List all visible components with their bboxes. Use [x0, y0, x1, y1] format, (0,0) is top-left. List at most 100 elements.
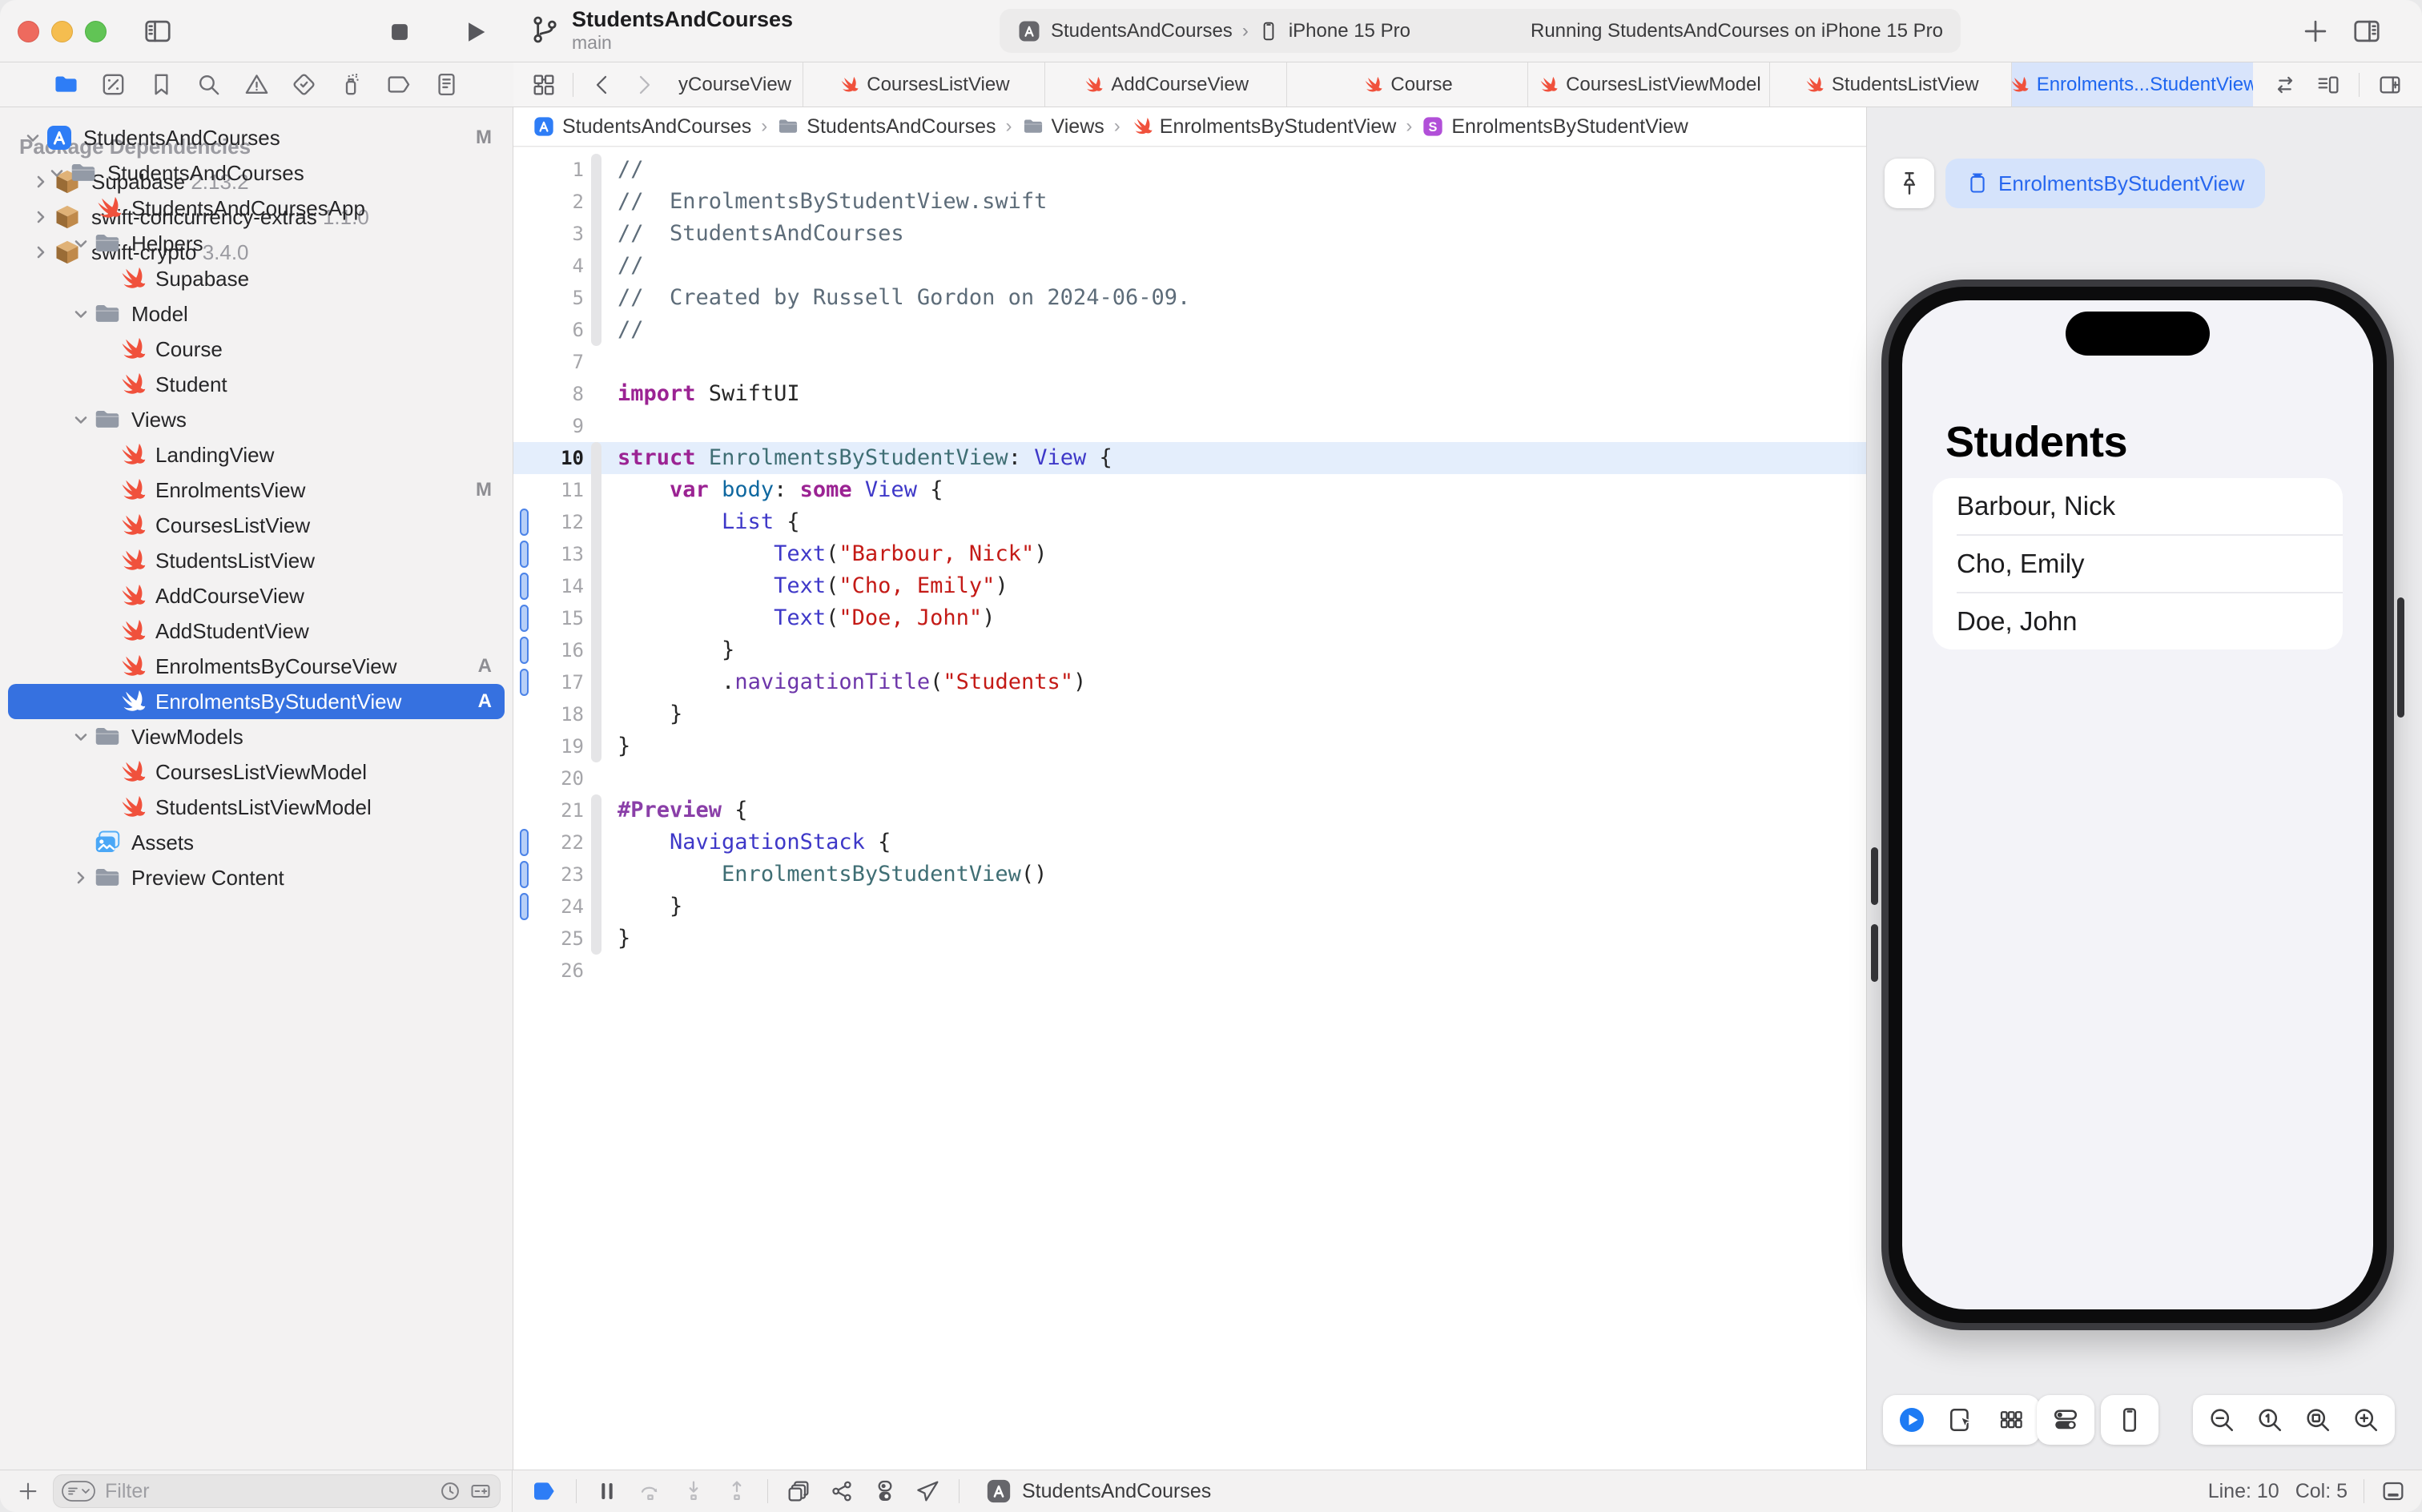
sidebar-item-viewmodels[interactable]: ViewModels: [8, 719, 505, 754]
sidebar-item-addcourseview[interactable]: AddCourseView: [8, 578, 505, 613]
step-into-icon[interactable]: [681, 1478, 706, 1504]
view-hierarchy-icon[interactable]: [786, 1478, 811, 1504]
student-row[interactable]: Cho, Emily: [1957, 534, 2343, 592]
source-control-icon[interactable]: [100, 71, 127, 98]
code-line-4[interactable]: 4//: [513, 250, 1866, 282]
add-editor-icon[interactable]: [2377, 72, 2403, 98]
code-line-11[interactable]: 11 var body: some View {: [513, 474, 1866, 506]
breadcrumb-views[interactable]: Views: [1022, 115, 1104, 139]
run-button[interactable]: [460, 17, 490, 47]
editor-options-icon[interactable]: [2315, 72, 2341, 98]
preferences-toggles-icon[interactable]: [2051, 1405, 2080, 1434]
live-preview-play-icon[interactable]: [1897, 1405, 1926, 1434]
issues-icon[interactable]: [243, 71, 270, 98]
code-line-7[interactable]: 7: [513, 346, 1866, 378]
go-back-button[interactable]: [589, 72, 615, 98]
sidebar-item-courseslistviewmodel[interactable]: CoursesListViewModel: [8, 754, 505, 790]
adjust-editor-icon[interactable]: [2272, 72, 2298, 98]
appearance-icon[interactable]: [872, 1478, 898, 1504]
stop-button[interactable]: [386, 18, 413, 46]
sidebar-item-enrolmentsbycourseview[interactable]: EnrolmentsByCourseViewA: [8, 649, 505, 684]
add-button[interactable]: [2300, 16, 2331, 46]
sidebar-item-student[interactable]: Student: [8, 367, 505, 402]
reports-icon[interactable]: [433, 71, 460, 98]
scheme-selector[interactable]: StudentsAndCourses › iPhone 15 Pro Runni…: [1000, 9, 1961, 53]
code-line-14[interactable]: 14 Text("Cho, Emily"): [513, 570, 1866, 602]
running-app-label[interactable]: StudentsAndCourses: [1022, 1480, 1211, 1503]
related-items-icon[interactable]: [531, 72, 557, 98]
scheme-device[interactable]: iPhone 15 Pro: [1289, 20, 1410, 42]
sidebar-item-landingview[interactable]: LandingView: [8, 437, 505, 472]
toggle-debug-area-icon[interactable]: [2380, 1478, 2406, 1504]
code-line-25[interactable]: 25}: [513, 923, 1866, 955]
code-line-5[interactable]: 5// Created by Russell Gordon on 2024-06…: [513, 282, 1866, 314]
sidebar-item-courseslistview[interactable]: CoursesListView: [8, 508, 505, 543]
selectable-mode-icon[interactable]: [1947, 1405, 1976, 1434]
source-editor[interactable]: 1//2// EnrolmentsByStudentView.swift3// …: [513, 147, 1866, 1470]
disclosure-down-icon[interactable]: [69, 726, 93, 747]
device-settings-icon[interactable]: [2115, 1405, 2144, 1434]
tab-studentslistview[interactable]: StudentsListView: [1769, 62, 2011, 107]
location-icon[interactable]: [915, 1478, 941, 1504]
scheme-project[interactable]: StudentsAndCourses: [1051, 20, 1233, 42]
zoom-in-icon[interactable]: [2352, 1405, 2380, 1434]
filter-field[interactable]: Filter: [53, 1474, 501, 1508]
tab-courseslistview[interactable]: CoursesListView: [803, 62, 1044, 107]
find-icon[interactable]: [195, 71, 222, 98]
tab-addcourseview[interactable]: AddCourseView: [1044, 62, 1286, 107]
sidebar-item-addstudentview[interactable]: AddStudentView: [8, 613, 505, 649]
student-row[interactable]: Barbour, Nick: [1933, 478, 2343, 534]
go-forward-button[interactable]: [631, 72, 657, 98]
show-changes-icon[interactable]: [469, 1480, 492, 1502]
code-line-21[interactable]: 21#Preview {: [513, 794, 1866, 826]
code-line-22[interactable]: 22 NavigationStack {: [513, 826, 1866, 859]
sidebar-item-supabase[interactable]: Supabase: [8, 261, 505, 296]
sidebar-item-studentsandcoursesapp[interactable]: StudentsAndCoursesApp: [8, 191, 505, 226]
sidebar-item-model[interactable]: Model: [8, 296, 505, 332]
code-line-24[interactable]: 24 }: [513, 891, 1866, 923]
tests-icon[interactable]: [291, 71, 317, 98]
code-line-18[interactable]: 18 }: [513, 698, 1866, 730]
tab-courseslistviewmodel[interactable]: CoursesListViewModel: [1527, 62, 1769, 107]
sidebar-item-course[interactable]: Course: [8, 332, 505, 367]
code-line-15[interactable]: 15 Text("Doe, John"): [513, 602, 1866, 634]
disclosure-down-icon[interactable]: [69, 304, 93, 324]
bookmarks-icon[interactable]: [148, 71, 175, 98]
memory-graph-icon[interactable]: [829, 1478, 855, 1504]
pause-icon[interactable]: [594, 1478, 620, 1504]
code-line-1[interactable]: 1//: [513, 154, 1866, 186]
disclosure-down-icon[interactable]: [69, 409, 93, 430]
disclosure-down-icon[interactable]: [69, 233, 93, 254]
code-line-26[interactable]: 26: [513, 955, 1866, 987]
zoom-window-button[interactable]: [85, 21, 107, 42]
filter-icon[interactable]: [60, 1480, 97, 1502]
toggle-right-sidebar-icon[interactable]: [2352, 16, 2382, 46]
code-line-12[interactable]: 12 List {: [513, 506, 1866, 538]
code-line-8[interactable]: 8import SwiftUI: [513, 378, 1866, 410]
code-line-19[interactable]: 19}: [513, 730, 1866, 762]
pin-preview-button[interactable]: [1885, 159, 1934, 208]
breakpoints-toggle-icon[interactable]: [529, 1478, 558, 1504]
sidebar-item-assets[interactable]: Assets: [8, 825, 505, 860]
tab-ycourseview[interactable]: yCourseView: [671, 62, 803, 107]
disclosure-right-icon[interactable]: [69, 867, 93, 888]
close-button[interactable]: [18, 21, 39, 42]
zoom-fit-icon[interactable]: [2303, 1405, 2332, 1434]
zoom-100-icon[interactable]: [2255, 1405, 2284, 1434]
disclosure-down-icon[interactable]: [21, 127, 45, 148]
code-line-20[interactable]: 20: [513, 762, 1866, 794]
debug-icon[interactable]: [338, 71, 364, 98]
add-file-button[interactable]: [16, 1479, 40, 1503]
breakpoints-icon[interactable]: [386, 71, 412, 98]
project-navigator-icon[interactable]: [53, 71, 79, 98]
preview-target-pill[interactable]: EnrolmentsByStudentView: [1945, 159, 2265, 208]
code-line-9[interactable]: 9: [513, 410, 1866, 442]
disclosure-down-icon[interactable]: [45, 163, 69, 183]
preview-screen[interactable]: Students Barbour, NickCho, EmilyDoe, Joh…: [1902, 300, 2373, 1309]
breadcrumb-studentsandcourses[interactable]: StudentsAndCourses: [533, 115, 751, 139]
breadcrumb-enrolmentsbystudentview[interactable]: SEnrolmentsByStudentView: [1422, 115, 1688, 139]
code-line-6[interactable]: 6//: [513, 314, 1866, 346]
sidebar-item-preview-content[interactable]: Preview Content: [8, 860, 505, 895]
sidebar-item-studentslistview[interactable]: StudentsListView: [8, 543, 505, 578]
tab-enrolments-studentview[interactable]: Enrolments...StudentView: [2011, 62, 2253, 107]
